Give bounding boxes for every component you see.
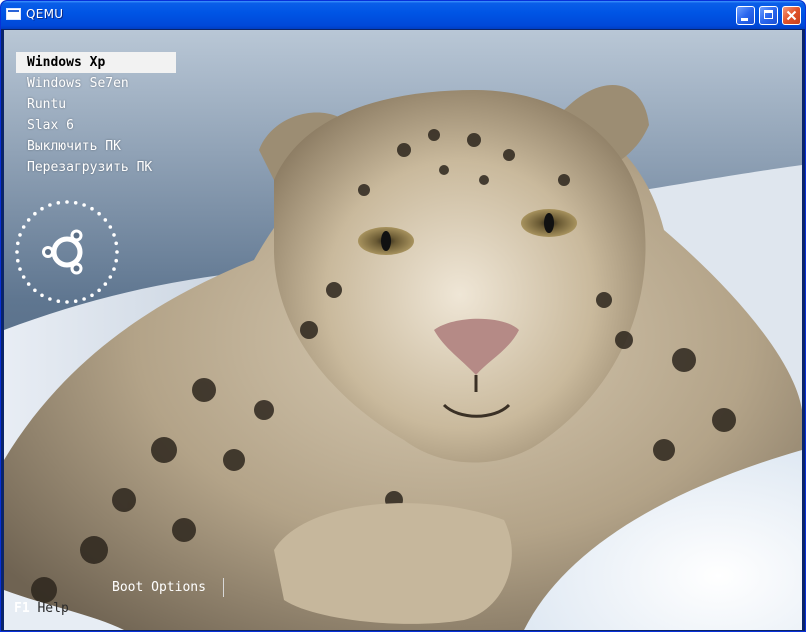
title-bar[interactable]: QEMU — [1, 1, 805, 29]
spinner-dot — [112, 233, 116, 237]
minimize-icon — [741, 18, 748, 21]
ubuntu-logo-icon — [15, 200, 119, 304]
spinner-dot — [108, 275, 113, 279]
boot-entry-slax[interactable]: Slax 6 — [16, 115, 176, 136]
boot-entry-shutdown[interactable]: Выключить ПК — [16, 136, 176, 157]
spinner-dot — [115, 250, 119, 254]
spinner-dot — [103, 218, 108, 222]
spinner-dot — [18, 233, 22, 237]
spinner-dot — [56, 201, 61, 205]
boot-options-cursor — [223, 578, 224, 597]
spinner-dot — [65, 200, 69, 204]
minimize-button[interactable] — [736, 6, 755, 25]
spinner-dot — [65, 300, 69, 304]
boot-entry-windows-xp[interactable]: Windows Xp — [16, 52, 176, 73]
spinner-dot — [15, 250, 19, 254]
qemu-window: QEMU Windows Xp Windows Se7en Runtu Slax… — [0, 0, 806, 632]
help-key: F1 — [14, 601, 30, 616]
spinner-dot — [73, 201, 78, 205]
maximize-icon — [764, 10, 773, 19]
spinner-dot — [56, 299, 61, 303]
spinner-dot — [40, 293, 44, 298]
spinner-dot — [90, 206, 94, 211]
boot-menu: Windows Xp Windows Se7en Runtu Slax 6 Вы… — [16, 52, 176, 178]
spinner-dot — [40, 206, 44, 211]
spinner-dot — [26, 282, 31, 286]
close-icon — [786, 10, 797, 21]
spinner-dot — [82, 203, 86, 207]
spinner-dot — [108, 225, 113, 229]
spinner-dot — [103, 282, 108, 286]
boot-options-label[interactable]: Boot Options — [112, 580, 206, 595]
spinner-dot — [90, 293, 94, 298]
spinner-dot — [21, 275, 26, 279]
spinner-dot — [112, 267, 116, 271]
qemu-window-icon[interactable] — [6, 8, 21, 20]
boot-entry-reboot[interactable]: Перезагрузить ПК — [16, 157, 176, 178]
spinner-dot — [97, 288, 101, 293]
vm-display[interactable]: Windows Xp Windows Se7en Runtu Slax 6 Вы… — [4, 30, 802, 630]
spinner-dot — [82, 297, 86, 301]
boot-entry-runtu[interactable]: Runtu — [16, 94, 176, 115]
spinner-dot — [73, 299, 78, 303]
spinner-dot — [16, 258, 20, 263]
spinner-dot — [97, 211, 101, 216]
maximize-button[interactable] — [759, 6, 778, 25]
spinner-dot — [33, 211, 37, 216]
spinner-dot — [16, 241, 20, 246]
close-button[interactable] — [782, 6, 801, 25]
window-title: QEMU — [26, 7, 64, 21]
spinner-dot — [26, 218, 31, 222]
spinner-dot — [114, 258, 118, 263]
help-hint[interactable]: F1 Help — [14, 601, 69, 616]
spinner-dot — [21, 225, 26, 229]
spinner-dot — [18, 267, 22, 271]
spinner-dot — [114, 241, 118, 246]
help-label: Help — [37, 601, 69, 616]
spinner-dot — [48, 297, 52, 301]
boot-entry-windows-seven[interactable]: Windows Se7en — [16, 73, 176, 94]
spinner-dot — [33, 288, 37, 293]
spinner-dot — [48, 203, 52, 207]
